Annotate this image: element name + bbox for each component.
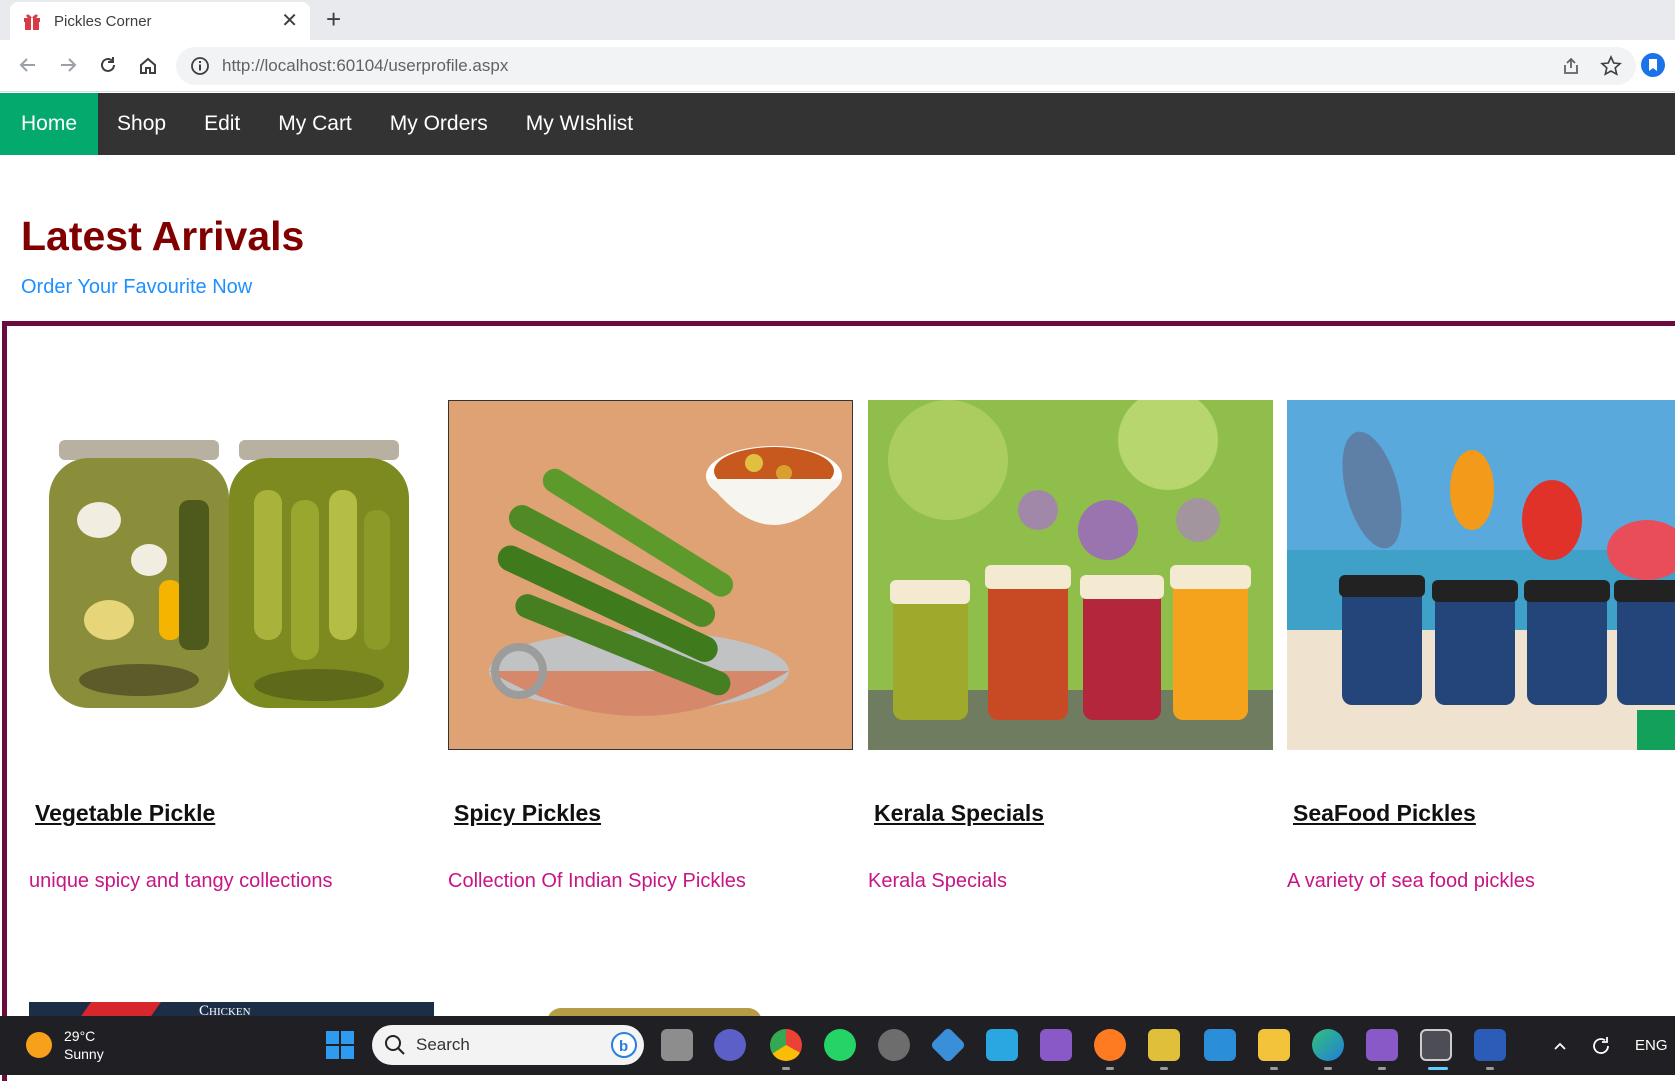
nav-edit[interactable]: Edit — [185, 93, 259, 155]
chrome-icon[interactable] — [770, 1029, 802, 1061]
snipping-tool-icon[interactable] — [1148, 1029, 1180, 1061]
page-subtitle: Order Your Favourite Now — [21, 276, 253, 298]
firefox-running-indicator — [1106, 1067, 1114, 1070]
explorer-running-indicator — [1270, 1067, 1278, 1070]
teams-chat-icon[interactable] — [714, 1029, 746, 1061]
product-card-seafood-pickles[interactable]: SeaFood Pickles A variety of sea food pi… — [1287, 400, 1675, 892]
vs-running-indicator — [1378, 1067, 1386, 1070]
firefox-icon[interactable] — [1094, 1029, 1126, 1061]
sync-icon[interactable] — [1590, 1016, 1612, 1075]
product-title[interactable]: SeaFood Pickles — [1293, 800, 1476, 827]
reload-icon[interactable] — [93, 50, 123, 80]
visual-studio-icon[interactable] — [1040, 1029, 1072, 1061]
new-tab-icon[interactable]: + — [326, 6, 341, 32]
product-image-seafood-jars[interactable] — [1287, 400, 1675, 750]
tab-title: Pickles Corner — [54, 12, 152, 30]
product-image-jars[interactable] — [29, 400, 434, 750]
windows-start-icon[interactable] — [325, 1030, 355, 1060]
bookmark-star-icon[interactable] — [1596, 51, 1626, 81]
info-icon[interactable] — [190, 56, 210, 76]
share-icon[interactable] — [1556, 51, 1586, 81]
browser-toolbar: http://localhost:60104/userprofile.aspx — [0, 40, 1675, 92]
product-description: A variety of sea food pickles — [1287, 870, 1535, 892]
address-bar[interactable]: http://localhost:60104/userprofile.aspx — [176, 47, 1636, 85]
task-view-icon[interactable] — [661, 1029, 693, 1061]
product-title[interactable]: Vegetable Pickle — [35, 800, 215, 827]
close-icon[interactable]: ✕ — [281, 11, 298, 31]
file-explorer-icon[interactable] — [1258, 1029, 1290, 1061]
product-description: unique spicy and tangy collections — [29, 870, 333, 892]
windows-taskbar: 29°C Sunny Search b ENG — [0, 1016, 1675, 1075]
products-grid: Vegetable Pickle unique spicy and tangy … — [2, 321, 1675, 1081]
language-indicator[interactable]: ENG — [1635, 1016, 1668, 1075]
product-title[interactable]: Kerala Specials — [874, 800, 1044, 827]
browser-tabstrip: Pickles Corner ✕ + — [0, 0, 1675, 40]
sun-icon — [26, 1032, 52, 1058]
chrome-running-indicator — [782, 1067, 790, 1070]
taskbar-search[interactable]: Search b — [372, 1025, 644, 1065]
vscode-icon[interactable] — [1204, 1029, 1236, 1061]
product-image-chillies[interactable] — [448, 400, 853, 750]
weather-widget[interactable]: 29°C Sunny — [26, 1027, 104, 1063]
bookmark-extension-icon[interactable] — [1640, 52, 1666, 78]
site-navbar: Home Shop Edit My Cart My Orders My WIsh… — [0, 93, 1675, 155]
product-card-kerala-specials[interactable]: Kerala Specials Kerala Specials — [868, 400, 1273, 892]
edge-running-indicator — [1324, 1067, 1332, 1070]
bing-icon[interactable]: b — [610, 1031, 638, 1059]
weather-condition: Sunny — [64, 1046, 104, 1062]
snipping-running-indicator — [1160, 1067, 1168, 1070]
forward-icon[interactable] — [53, 50, 83, 80]
search-icon — [385, 1035, 405, 1055]
word-icon[interactable] — [1474, 1029, 1506, 1061]
active-app-indicator — [1428, 1067, 1448, 1070]
gift-icon — [24, 14, 40, 30]
image-viewer-icon[interactable] — [878, 1029, 910, 1061]
snip-sketch-icon[interactable] — [1420, 1029, 1452, 1061]
product-description: Kerala Specials — [868, 870, 1007, 892]
url-text[interactable]: http://localhost:60104/userprofile.aspx — [222, 56, 1556, 76]
product-description: Collection Of Indian Spicy Pickles — [448, 870, 746, 892]
product-card-vegetable-pickle[interactable]: Vegetable Pickle unique spicy and tangy … — [29, 400, 434, 892]
remote-desktop-icon[interactable] — [986, 1029, 1018, 1061]
word-running-indicator — [1486, 1067, 1494, 1070]
weather-temperature: 29°C — [64, 1028, 96, 1044]
nav-my-orders[interactable]: My Orders — [371, 93, 507, 155]
dev-tool-icon[interactable] — [929, 1026, 967, 1064]
home-icon[interactable] — [133, 50, 163, 80]
page-title: Latest Arrivals — [21, 213, 305, 259]
nav-my-cart[interactable]: My Cart — [259, 93, 371, 155]
browser-tab[interactable]: Pickles Corner ✕ — [10, 2, 310, 40]
nav-shop[interactable]: Shop — [98, 93, 185, 155]
chevron-up-icon[interactable] — [1552, 1016, 1568, 1075]
product-image-garden-jars[interactable] — [868, 400, 1273, 750]
visual-studio-2-icon[interactable] — [1366, 1029, 1398, 1061]
product-title[interactable]: Spicy Pickles — [454, 800, 601, 827]
nav-my-wishlist[interactable]: My WIshlist — [507, 93, 652, 155]
nav-home[interactable]: Home — [0, 93, 99, 155]
product-card-spicy-pickles[interactable]: Spicy Pickles Collection Of Indian Spicy… — [448, 400, 853, 892]
edge-icon[interactable] — [1312, 1029, 1344, 1061]
search-label: Search — [416, 1035, 470, 1054]
whatsapp-icon[interactable] — [824, 1029, 856, 1061]
back-icon[interactable] — [13, 50, 43, 80]
svg-text:b: b — [619, 1038, 628, 1055]
